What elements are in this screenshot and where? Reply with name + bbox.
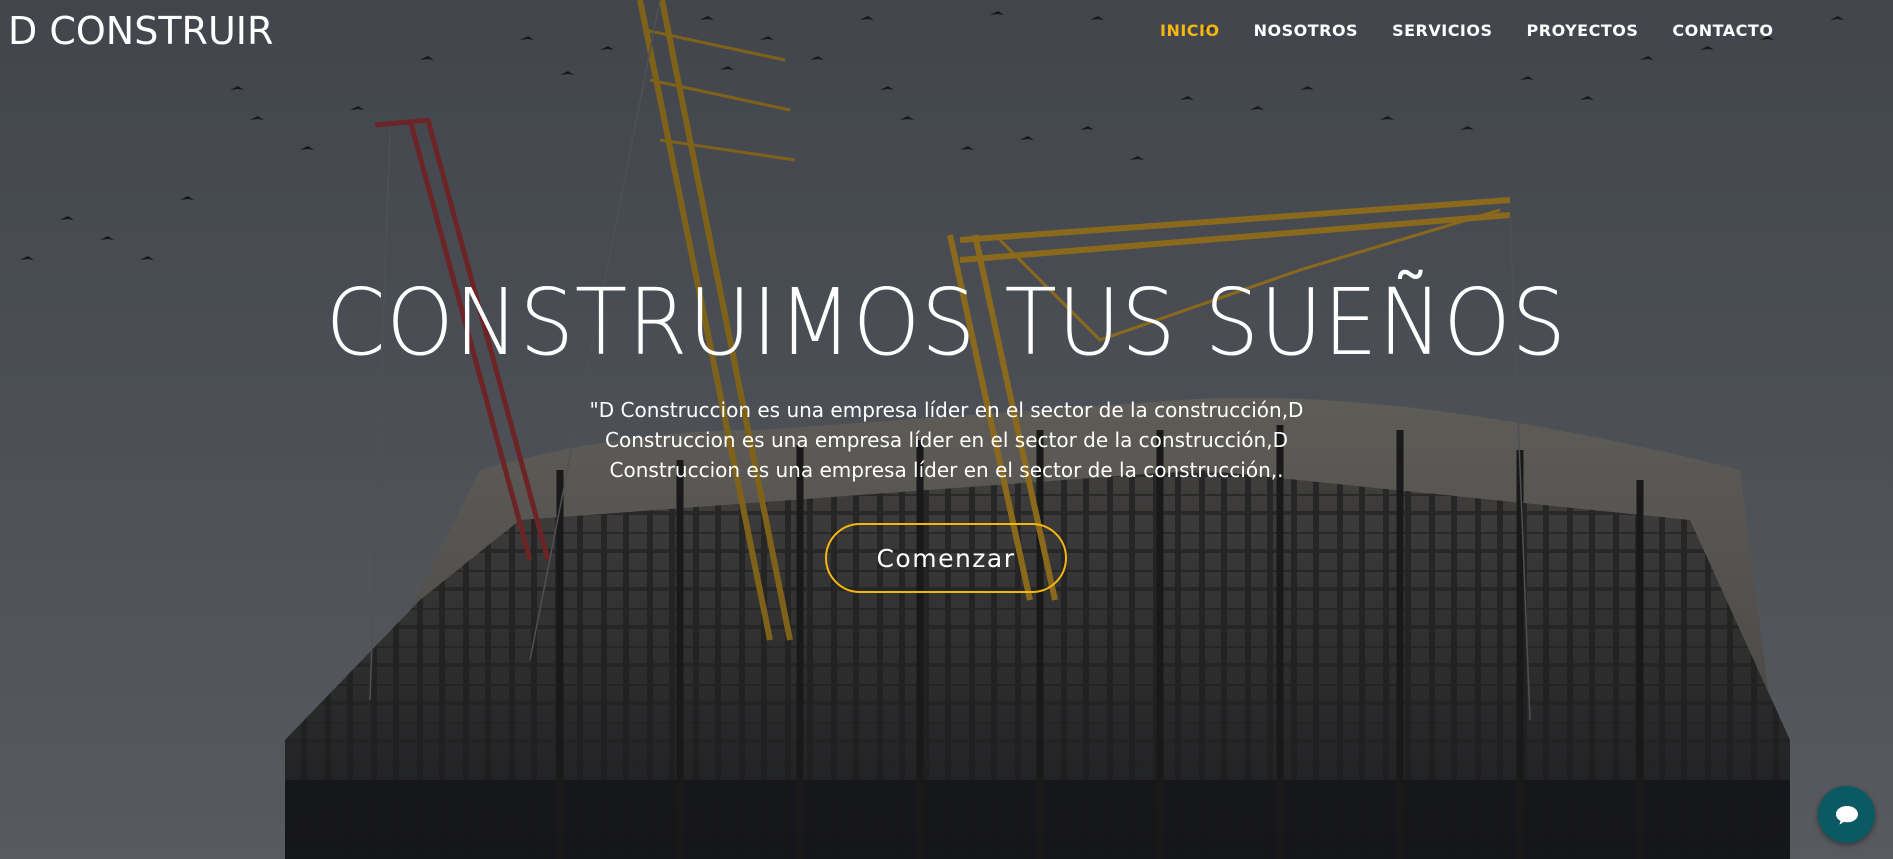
nav-link-contacto[interactable]: CONTACTO xyxy=(1672,20,1773,42)
main-nav: INICIO NOSOTROS SERVICIOS PROYECTOS CONT… xyxy=(1160,20,1807,42)
hero-section: D CONSTRUIR INICIO NOSOTROS SERVICIOS PR… xyxy=(0,0,1893,859)
nav-link-proyectos[interactable]: PROYECTOS xyxy=(1527,20,1639,42)
hero-subtitle-line: Construccion es una empresa líder en el … xyxy=(605,428,1288,452)
comenzar-button[interactable]: Comenzar xyxy=(825,523,1067,593)
nav-link-nosotros[interactable]: NOSOTROS xyxy=(1254,20,1358,42)
hero-subtitle-line: Construccion es una empresa líder en el … xyxy=(609,458,1284,482)
nav-link-servicios[interactable]: SERVICIOS xyxy=(1392,20,1492,42)
hero-title: CONSTRUIMOS TUS SUEÑOS xyxy=(0,268,1893,378)
site-logo[interactable]: D CONSTRUIR xyxy=(8,8,273,54)
hero-title-text: CONSTRUIMOS TUS SUEÑOS xyxy=(325,269,1568,376)
hero-subtitle: "D Construccion es una empresa líder en … xyxy=(0,395,1893,485)
chat-button[interactable] xyxy=(1818,786,1875,843)
top-navbar: D CONSTRUIR INICIO NOSOTROS SERVICIOS PR… xyxy=(0,0,1893,64)
nav-link-inicio[interactable]: INICIO xyxy=(1160,20,1220,42)
hero-subtitle-line: "D Construccion es una empresa líder en … xyxy=(589,398,1304,422)
chat-bubble-icon xyxy=(1835,805,1858,824)
